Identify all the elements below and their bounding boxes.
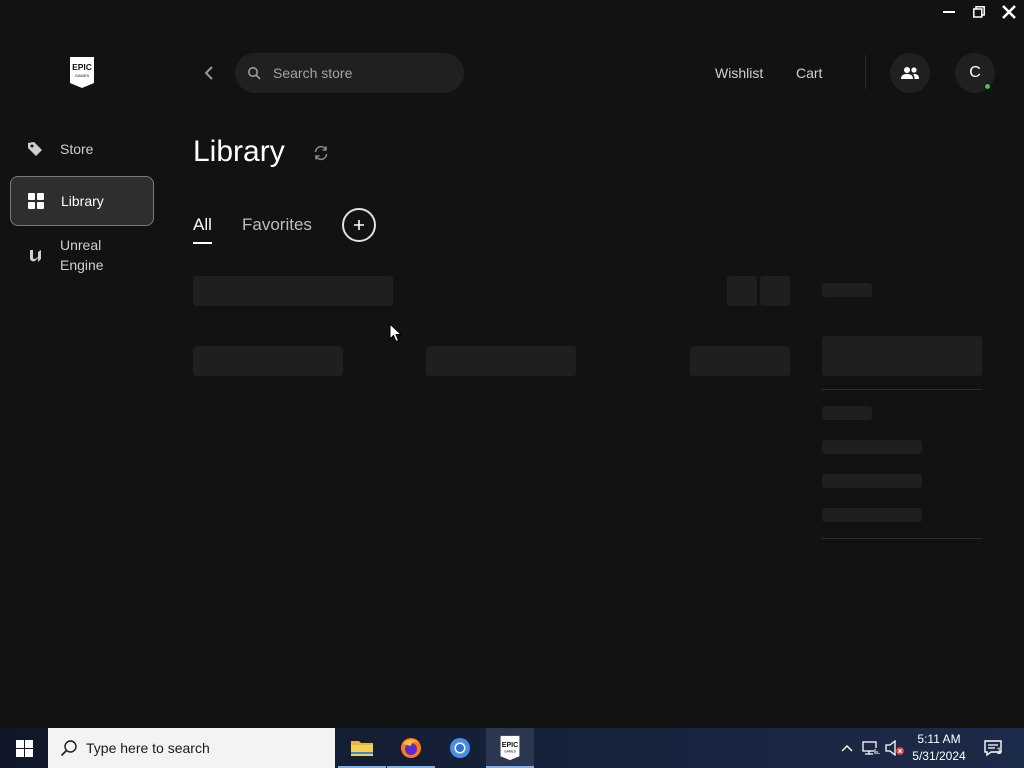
volume-muted-icon — [885, 740, 904, 756]
skeleton-filter-option — [822, 474, 922, 488]
sidebar-item-label: Library — [61, 193, 104, 209]
skeleton-sort-dropdown — [193, 276, 393, 306]
chevron-up-icon — [841, 745, 853, 752]
minimize-button[interactable] — [934, 0, 964, 24]
skeleton-game-card — [193, 346, 343, 376]
cart-link[interactable]: Cart — [796, 65, 822, 81]
taskbar-firefox[interactable] — [387, 728, 435, 768]
chrome-icon — [450, 738, 470, 758]
taskbar-search[interactable]: Type here to search — [48, 728, 335, 768]
filter-divider — [822, 389, 982, 390]
search-input[interactable] — [273, 65, 443, 81]
sidebar-item-label: Store — [60, 141, 94, 157]
network-icon — [862, 741, 880, 755]
friends-icon — [901, 67, 919, 79]
close-icon — [1002, 5, 1016, 19]
skeleton-filter-option — [822, 440, 922, 454]
refresh-icon[interactable] — [312, 144, 330, 162]
chevron-left-icon — [204, 66, 213, 80]
search-icon — [247, 66, 261, 80]
skeleton-grid-view-toggle — [727, 276, 757, 306]
svg-text:GAMES: GAMES — [504, 749, 517, 753]
show-hidden-icons-button[interactable] — [838, 728, 856, 768]
search-icon — [60, 739, 78, 757]
filter-divider — [822, 538, 982, 539]
search-store[interactable] — [235, 53, 464, 93]
tab-all[interactable]: All — [193, 215, 212, 244]
skeleton-game-card — [690, 346, 790, 376]
skeleton-filter-option — [822, 508, 922, 522]
sidebar-item-unreal-engine[interactable]: Unreal Engine — [10, 233, 154, 277]
wishlist-link[interactable]: Wishlist — [715, 65, 763, 81]
skeleton-filter-label — [822, 283, 872, 297]
svg-text:EPIC: EPIC — [502, 742, 518, 749]
plus-icon — [354, 220, 364, 230]
back-button[interactable] — [196, 60, 222, 86]
taskbar-file-explorer[interactable] — [338, 728, 386, 768]
volume-control[interactable] — [884, 728, 906, 768]
topbar-divider — [865, 55, 866, 89]
windows-icon — [15, 739, 33, 757]
windows-taskbar: Type here to search EPIC GAMES 5:11 AM 5… — [0, 728, 1024, 768]
firefox-icon — [401, 738, 421, 758]
unreal-icon — [26, 246, 44, 264]
skeleton-list-view-toggle — [760, 276, 790, 306]
network-status[interactable] — [860, 728, 882, 768]
skeleton-filter-heading — [822, 406, 872, 420]
mouse-cursor-icon — [389, 323, 402, 343]
tab-favorites[interactable]: Favorites — [242, 215, 312, 235]
label-line-2: Engine — [60, 257, 104, 273]
minimize-icon — [943, 11, 955, 13]
online-status-dot — [984, 83, 991, 90]
taskbar-search-text: Type here to search — [86, 740, 210, 756]
sidebar-item-label: Unreal Engine — [60, 235, 104, 275]
folder-icon — [351, 741, 373, 756]
taskbar-epic-games[interactable]: EPIC GAMES — [486, 728, 534, 768]
taskbar-chrome[interactable] — [436, 728, 484, 768]
sidebar-item-library[interactable]: Library — [10, 176, 154, 226]
tag-icon — [26, 140, 44, 158]
clock-date: 5/31/2024 — [912, 749, 966, 763]
label-line-1: Unreal — [60, 237, 102, 253]
avatar-letter: C — [969, 64, 981, 81]
grid-icon — [27, 192, 45, 210]
sidebar-item-store[interactable]: Store — [10, 130, 154, 168]
svg-text:GAMES: GAMES — [75, 73, 90, 78]
skeleton-game-card — [426, 346, 576, 376]
epic-games-logo[interactable]: EPIC GAMES — [68, 56, 96, 89]
skeleton-filter-search — [822, 336, 982, 376]
clock-time: 5:11 AM — [917, 732, 961, 746]
restore-icon — [973, 6, 985, 18]
restore-button[interactable] — [964, 0, 994, 24]
taskbar-clock[interactable]: 5:11 AM 5/31/2024 — [906, 731, 972, 765]
add-collection-button[interactable] — [342, 208, 376, 242]
notification-count-badge: 1 — [996, 746, 1002, 756]
profile-avatar[interactable]: C — [955, 53, 995, 93]
window-controls — [934, 0, 1024, 24]
epic-games-icon: EPIC GAMES — [500, 735, 520, 761]
friends-button[interactable] — [890, 53, 930, 93]
svg-text:EPIC: EPIC — [72, 62, 92, 72]
close-button[interactable] — [994, 0, 1024, 24]
page-title: Library — [193, 135, 285, 168]
start-button[interactable] — [0, 728, 48, 768]
